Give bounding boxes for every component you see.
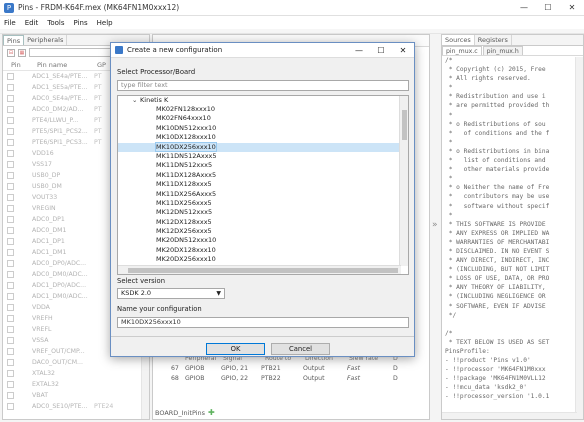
dialog-app-icon <box>115 46 123 54</box>
tree-item-label: MK12DX256xxx5 <box>156 227 212 236</box>
tree-hscroll-thumb[interactable] <box>128 268 398 273</box>
filter-input[interactable]: type filter text <box>117 80 409 91</box>
config-name-label: Name your configuration <box>117 305 202 313</box>
chevron-down-icon: ▼ <box>216 290 221 297</box>
tree-horizontal-scrollbar[interactable] <box>118 265 401 274</box>
tree-item-label: MK10DX128xxx10 <box>156 133 216 142</box>
tree-item-label: MK02FN64xxx10 <box>156 114 211 123</box>
menu-tools[interactable]: Tools <box>47 19 64 27</box>
tree-item[interactable]: MK12DX128xxx5 <box>118 218 408 227</box>
tree-item[interactable]: MK11DX256xxx5 <box>118 199 408 208</box>
tree-item[interactable]: MK12DN512xxx5 <box>118 208 408 217</box>
tree-item-label: MK02FN128xxx10 <box>156 105 215 113</box>
tree-items: MK02FN128xxx10 MK02FN64xxx10 MK10DN512xxx1… <box>118 105 408 265</box>
tree-item-label: MK20DX256xxx10 <box>156 255 216 264</box>
dialog-maximize-button[interactable]: ☐ <box>370 46 392 55</box>
cancel-button[interactable]: Cancel <box>271 343 330 355</box>
tree-item-label: MK11DN512Axxx5 <box>156 151 217 160</box>
maximize-button[interactable]: ☐ <box>536 0 560 16</box>
tree-item[interactable]: MK11DX128Axxx5 <box>118 171 408 180</box>
processor-tree: ⌄ Kinetis K MK02FN128xxx10 MK02FN64xxx10 MK… <box>117 95 409 275</box>
tree-root-label: Kinetis K <box>140 96 169 104</box>
tree-vscroll-thumb[interactable] <box>402 110 407 140</box>
menu-pins[interactable]: Pins <box>74 19 88 27</box>
tree-item[interactable]: MK20DX128xxx10 <box>118 246 408 255</box>
tree-item-label: MK10DN512xxx10 <box>156 123 217 132</box>
tree-item-label: MK11DX256Axxx5 <box>156 189 217 198</box>
tree-item[interactable]: MK11DX128xxx5 <box>118 180 408 189</box>
version-value: KSDK 2.0 <box>121 289 152 297</box>
tree-item[interactable]: MK20DX256xxx10 <box>118 255 408 264</box>
tree-item-label: MK11DX128xxx5 <box>156 180 212 189</box>
create-config-dialog: Create a new configuration — ☐ ✕ Select … <box>110 42 415 357</box>
tree-item[interactable]: MK10DN512xxx10 <box>118 124 408 133</box>
tree-item[interactable]: MK10DX256xxx10 <box>118 141 408 152</box>
tree-node-kinetis-k[interactable]: ⌄ Kinetis K <box>118 96 408 105</box>
version-select[interactable]: KSDK 2.0 ▼ <box>117 288 225 299</box>
tree-item[interactable]: MK02FN64xxx10 <box>118 114 408 123</box>
tree-item-label: MK11DN512xxx5 <box>156 161 213 170</box>
tree-item[interactable]: MK11DX256Axxx5 <box>118 190 408 199</box>
menu-help[interactable]: Help <box>97 19 113 27</box>
config-name-input[interactable]: MK10DX256xxx10 <box>117 317 409 328</box>
dialog-titlebar: Create a new configuration — ☐ ✕ <box>111 43 414 58</box>
tree-item-label: MK10DX256xxx10 <box>155 141 217 152</box>
tree-item-label: MK20DN512xxx10 <box>156 236 217 245</box>
tree-item[interactable]: MK20DN512xxx10 <box>118 236 408 245</box>
tree-item-label: MK11DX128Axxx5 <box>156 170 217 179</box>
window-title: Pins - FRDM-K64F.mex (MK64FN1M0xxx12) <box>18 3 180 12</box>
window-titlebar: P Pins - FRDM-K64F.mex (MK64FN1M0xxx12) … <box>0 0 584 16</box>
tree-vertical-scrollbar[interactable] <box>399 96 408 266</box>
dialog-separator <box>111 336 414 337</box>
tree-item-label: MK11DX256xxx5 <box>156 198 212 207</box>
ok-button[interactable]: OK <box>206 343 265 355</box>
menu-file[interactable]: File <box>4 19 16 27</box>
tree-item[interactable]: MK11DN512xxx5 <box>118 161 408 170</box>
tree-item[interactable]: MK02FN128xxx10 <box>118 105 408 114</box>
menu-edit[interactable]: Edit <box>25 19 39 27</box>
app-icon: P <box>4 2 14 13</box>
tree-item-label: MK12DX128xxx5 <box>156 217 212 226</box>
tree-item-label: MK20DX128xxx10 <box>156 245 216 254</box>
tree-item-label: MK12DN512xxx5 <box>156 208 213 217</box>
dialog-close-button[interactable]: ✕ <box>392 46 414 55</box>
select-version-label: Select version <box>117 277 166 285</box>
tree-item[interactable]: MK10DX128xxx10 <box>118 133 408 142</box>
dialog-minimize-button[interactable]: — <box>348 46 370 55</box>
tree-item[interactable]: MK11DN512Axxx5 <box>118 152 408 161</box>
menu-bar: File Edit Tools Pins Help <box>0 16 584 29</box>
minimize-button[interactable]: — <box>512 0 536 16</box>
collapse-arrow-icon[interactable]: ⌄ <box>132 96 140 105</box>
close-button[interactable]: ✕ <box>560 0 584 16</box>
tree-item[interactable]: MK12DX256xxx5 <box>118 227 408 236</box>
dialog-title: Create a new configuration <box>127 46 223 54</box>
select-processor-label: Select Processor/Board <box>117 68 196 76</box>
